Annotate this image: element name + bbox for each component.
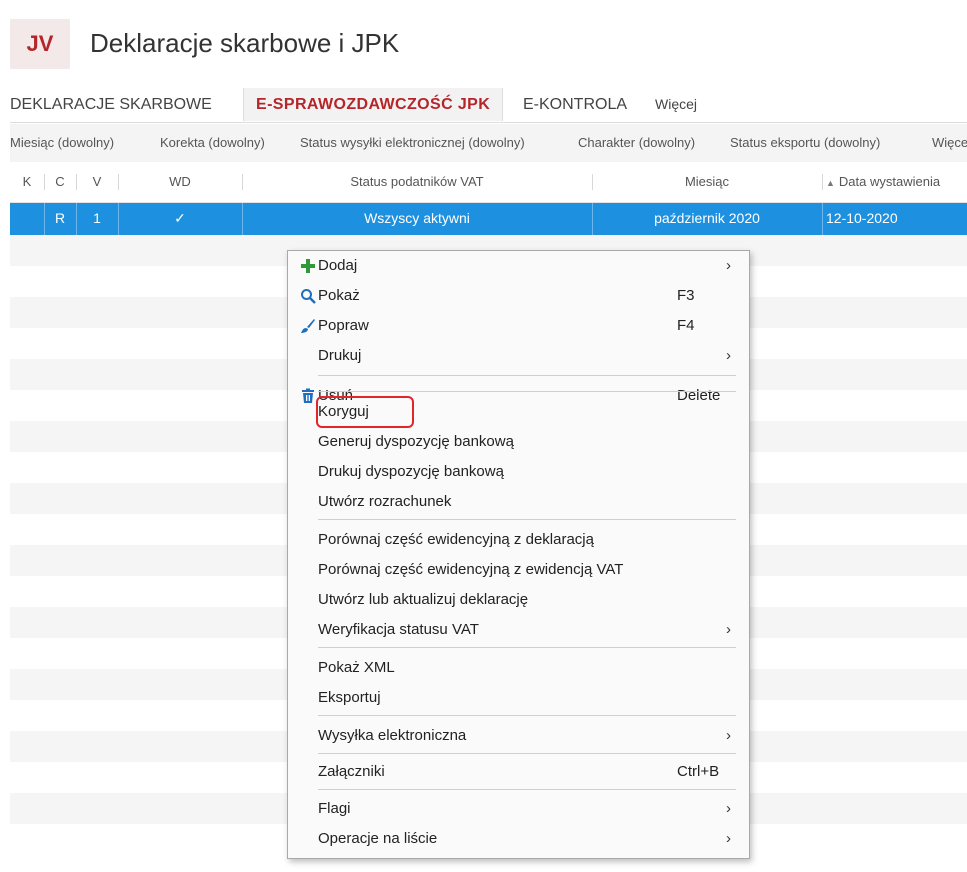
menu-item-porownaj-z-ewidencja[interactable]: Porównaj część ewidencyjną z ewidencją V… xyxy=(288,555,749,585)
menu-item-label: Eksportuj xyxy=(318,689,381,706)
column-header-v[interactable]: V xyxy=(76,162,118,202)
filter-status-eksportu[interactable]: Status eksportu (dowolny) xyxy=(730,124,880,162)
search-icon xyxy=(298,286,318,306)
menu-item-utworz-rozrachunek[interactable]: Utwórz rozrachunek xyxy=(288,487,749,517)
menu-item-eksportuj[interactable]: Eksportuj xyxy=(288,683,749,713)
menu-item-porownaj-z-deklaracja[interactable]: Porównaj część ewidencyjną z deklaracją xyxy=(288,525,749,555)
menu-item-label: Utwórz rozrachunek xyxy=(318,493,452,510)
menu-item-pokaz-xml[interactable]: Pokaż XML xyxy=(288,653,749,683)
column-header-data-wystawienia[interactable]: ▲ Data wystawienia xyxy=(826,162,967,202)
column-header-miesiac[interactable]: Miesiąc xyxy=(592,162,822,202)
submenu-arrow-icon: › xyxy=(726,727,731,744)
menu-item-flagi[interactable]: Flagi › xyxy=(288,794,749,824)
menu-separator xyxy=(318,647,736,648)
menu-item-weryfikacja-vat[interactable]: Weryfikacja statusu VAT › xyxy=(288,615,749,645)
menu-item-label: Drukuj dyspozycję bankową xyxy=(318,463,504,480)
menu-separator xyxy=(318,715,736,716)
menu-item-drukuj-dyspozycje[interactable]: Drukuj dyspozycję bankową xyxy=(288,457,749,487)
app-window: JV Deklaracje skarbowe i JPK DEKLARACJE … xyxy=(0,0,967,872)
submenu-arrow-icon: › xyxy=(726,347,731,364)
grid-header: K C V WD Status podatników VAT Miesiąc ▲… xyxy=(10,162,967,203)
menu-item-label: Pokaż XML xyxy=(318,659,395,676)
app-logo: JV xyxy=(10,19,70,69)
table-row-selected[interactable]: R 1 ✓ Wszyscy aktywni październik 2020 1… xyxy=(10,203,967,235)
cell-date: 12-10-2020 xyxy=(826,210,898,226)
menu-item-pokaz[interactable]: Pokaż F3 xyxy=(288,281,749,311)
context-menu: Dodaj › Pokaż F3 Popraw F4 Drukuj › Usuń… xyxy=(287,250,750,859)
tab-wiecej[interactable]: Więcej xyxy=(655,88,697,121)
menu-item-operacje-na-liscie[interactable]: Operacje na liście › xyxy=(288,824,749,854)
filter-status-wysylki[interactable]: Status wysyłki elektronicznej (dowolny) xyxy=(300,124,525,162)
menu-item-label: Utwórz lub aktualizuj deklarację xyxy=(318,591,529,608)
menu-item-label: Wysyłka elektroniczna xyxy=(318,727,467,744)
menu-item-label: Porównaj część ewidencyjną z ewidencją V… xyxy=(318,561,624,578)
cell-month: październik 2020 xyxy=(654,210,760,226)
sort-ascending-icon: ▲ xyxy=(826,177,835,188)
cell-c: R xyxy=(54,210,66,226)
cell-v: 1 xyxy=(93,210,101,226)
tab-deklaracje-skarbowe[interactable]: DEKLARACJE SKARBOWE xyxy=(10,88,212,121)
app-header: JV Deklaracje skarbowe i JPK xyxy=(10,19,967,69)
menu-item-label: Pokaż xyxy=(318,287,360,304)
menu-item-wysylka-elektroniczna[interactable]: Wysyłka elektroniczna › xyxy=(288,721,749,751)
menu-item-label: Weryfikacja statusu VAT xyxy=(318,621,479,638)
filter-bar: Miesiąc (dowolny) Korekta (dowolny) Stat… xyxy=(10,124,967,163)
column-header-k[interactable]: K xyxy=(10,162,44,202)
menu-item-label: Koryguj xyxy=(318,403,369,420)
submenu-arrow-icon: › xyxy=(726,621,731,638)
page-title: Deklaracje skarbowe i JPK xyxy=(90,28,400,58)
menu-item-label: Porównaj część ewidencyjną z deklaracją xyxy=(318,531,594,548)
menu-separator xyxy=(318,789,736,790)
column-header-data-label: Data wystawienia xyxy=(838,174,941,189)
menu-separator xyxy=(318,375,736,376)
menu-item-shortcut: F4 xyxy=(677,317,695,334)
plus-icon xyxy=(298,256,318,276)
menu-separator xyxy=(318,519,736,520)
tab-e-sprawozdawczosc-jpk[interactable]: E-SPRAWOZDAWCZOŚĆ JPK xyxy=(243,88,504,121)
filter-wiecej[interactable]: Więcej xyxy=(932,124,967,162)
cell-status: Wszyscy aktywni xyxy=(364,210,470,226)
menu-item-popraw[interactable]: Popraw F4 xyxy=(288,311,749,341)
menu-item-dodaj[interactable]: Dodaj › xyxy=(288,251,749,281)
menu-item-label: Załączniki xyxy=(318,763,385,780)
brush-icon xyxy=(298,316,318,336)
menu-item-label: Dodaj xyxy=(318,257,358,274)
menu-item-label: Popraw xyxy=(318,317,369,334)
menu-item-shortcut: Ctrl+B xyxy=(677,763,720,780)
cell-k xyxy=(10,203,44,235)
menu-item-shortcut: F3 xyxy=(677,287,695,304)
menu-item-drukuj[interactable]: Drukuj › xyxy=(288,341,749,371)
menu-item-label: Operacje na liście xyxy=(318,830,438,847)
column-header-wd[interactable]: WD xyxy=(118,162,242,202)
column-header-status-vat[interactable]: Status podatników VAT xyxy=(242,162,592,202)
submenu-arrow-icon: › xyxy=(726,830,731,847)
tab-bar: DEKLARACJE SKARBOWE E-SPRAWOZDAWCZOŚĆ JP… xyxy=(10,88,967,123)
menu-item-zalaczniki[interactable]: Załączniki Ctrl+B xyxy=(288,757,749,787)
cell-wd-checkmark: ✓ xyxy=(174,210,186,226)
menu-item-utworz-deklaracje[interactable]: Utwórz lub aktualizuj deklarację xyxy=(288,585,749,615)
menu-item-koryguj[interactable]: Koryguj xyxy=(288,397,749,427)
filter-miesiac[interactable]: Miesiąc (dowolny) xyxy=(10,124,114,162)
menu-separator xyxy=(318,753,736,754)
menu-separator xyxy=(318,391,736,392)
submenu-arrow-icon: › xyxy=(726,257,731,274)
menu-item-generuj-dyspozycje[interactable]: Generuj dyspozycję bankową xyxy=(288,427,749,457)
filter-korekta[interactable]: Korekta (dowolny) xyxy=(160,124,265,162)
menu-item-label: Drukuj xyxy=(318,347,362,364)
submenu-arrow-icon: › xyxy=(726,800,731,817)
menu-item-label: Generuj dyspozycję bankową xyxy=(318,433,514,450)
filter-charakter[interactable]: Charakter (dowolny) xyxy=(578,124,695,162)
column-header-c[interactable]: C xyxy=(44,162,76,202)
tab-e-kontrola[interactable]: E-KONTROLA xyxy=(523,88,627,121)
menu-item-label: Flagi xyxy=(318,800,351,817)
